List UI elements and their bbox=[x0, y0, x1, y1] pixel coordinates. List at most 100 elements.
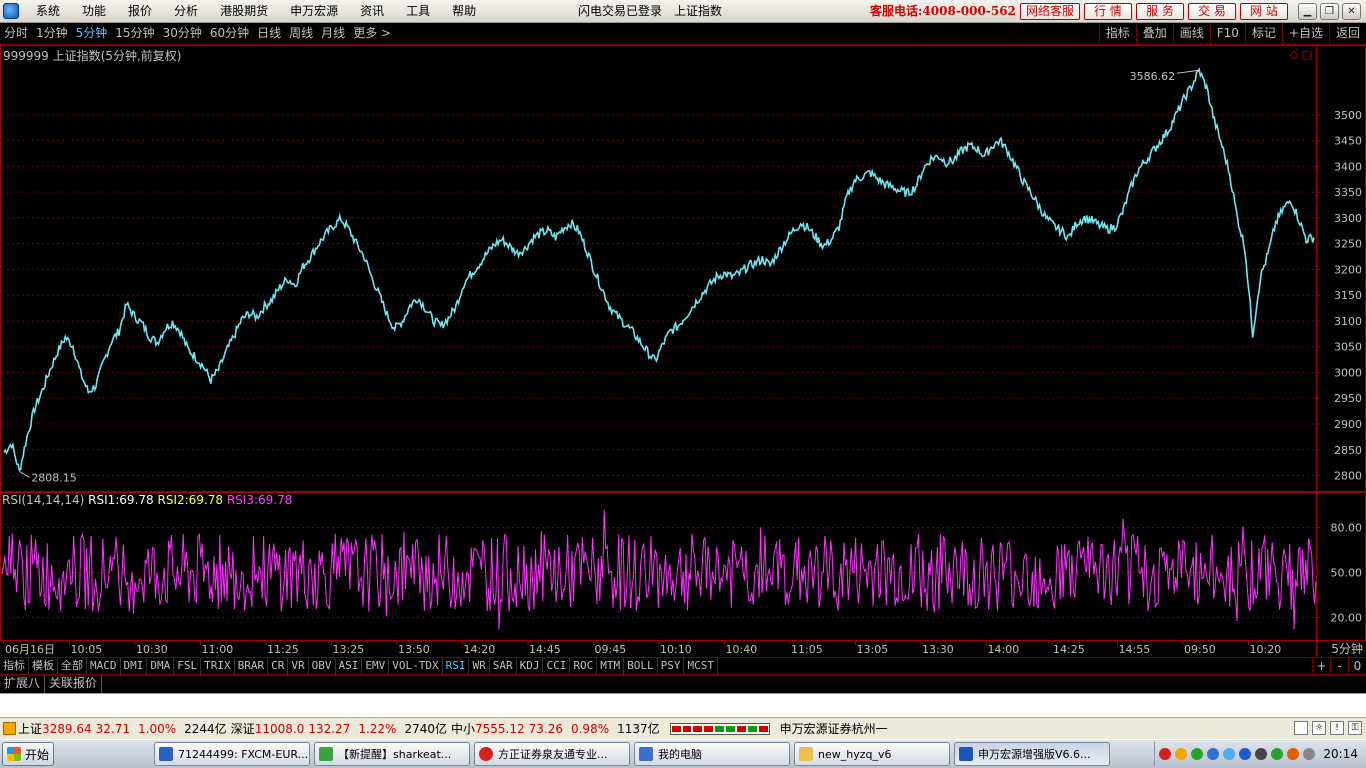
ind-tab-template[interactable]: 模板 bbox=[29, 658, 58, 674]
ext-tab-related-quotes[interactable]: 关联报价 bbox=[45, 675, 103, 693]
ind-tab-mtm[interactable]: MTM bbox=[597, 658, 625, 674]
task-my-computer[interactable]: 我的电脑 bbox=[634, 742, 790, 766]
ind-tab-roc[interactable]: ROC bbox=[570, 658, 598, 674]
ind-tab-vr[interactable]: VR bbox=[288, 658, 309, 674]
trade-button[interactable]: 交 易 bbox=[1188, 3, 1236, 20]
chart-option-icons[interactable]: ◇ ▢ bbox=[1290, 48, 1312, 61]
x-tick-label: 13:30 bbox=[922, 643, 954, 656]
market-button[interactable]: 行 情 bbox=[1084, 3, 1132, 20]
draw-line-button[interactable]: 画线 bbox=[1172, 23, 1210, 45]
period-30min[interactable]: 30分钟 bbox=[159, 23, 206, 44]
extension-bar: 扩展八 关联报价 bbox=[0, 675, 1366, 693]
update-tray-icon[interactable] bbox=[1287, 748, 1300, 760]
period-weekly[interactable]: 周线 bbox=[285, 23, 317, 44]
kline-chart[interactable]: 3500 3450 3400 3350 3300 3250 3200 3150 3100 3050… bbox=[0, 45, 1366, 657]
ind-reset-button[interactable]: 0 bbox=[1348, 658, 1366, 674]
ind-tab-boll[interactable]: BOLL bbox=[624, 658, 658, 674]
sz-change: 132.27 bbox=[308, 721, 351, 736]
ind-tab-fsl[interactable]: FSL bbox=[174, 658, 202, 674]
indicator-button[interactable]: 指标 bbox=[1098, 23, 1136, 45]
ind-tab-wr[interactable]: WR bbox=[469, 658, 490, 674]
task-folder[interactable]: new_hyzq_v6 bbox=[794, 742, 950, 766]
task-swhy-app[interactable]: 申万宏源增强版V6.6... bbox=[954, 742, 1110, 766]
system-tray: 20:14 bbox=[1154, 742, 1366, 766]
bluetooth-icon[interactable] bbox=[1239, 748, 1252, 760]
ind-tab-sar[interactable]: SAR bbox=[490, 658, 517, 674]
menu-system[interactable]: 系统 bbox=[25, 0, 71, 22]
f10-button[interactable]: F10 bbox=[1209, 23, 1245, 45]
ind-tab-brar[interactable]: BRAR bbox=[235, 658, 269, 674]
menu-function[interactable]: 功能 bbox=[71, 0, 117, 22]
overlay-button[interactable]: 叠加 bbox=[1135, 23, 1173, 45]
period-5min[interactable]: 5分钟 bbox=[72, 23, 112, 44]
ind-tab-obv[interactable]: OBV bbox=[309, 658, 336, 674]
period-timeshare[interactable]: 分时 bbox=[0, 23, 32, 44]
menu-analysis[interactable]: 分析 bbox=[163, 0, 209, 22]
ind-tab-indicator[interactable]: 指标 bbox=[0, 658, 29, 674]
browser-tray-icon[interactable] bbox=[1191, 748, 1204, 760]
flag-tray-icon[interactable] bbox=[1159, 748, 1172, 760]
ext-tab-8[interactable]: 扩展八 bbox=[0, 675, 46, 693]
network-tray-icon[interactable] bbox=[1207, 748, 1220, 760]
add-watchlist-button[interactable]: +自选 bbox=[1281, 23, 1329, 45]
antivirus-tray-icon[interactable] bbox=[1271, 748, 1284, 760]
ind-tab-macd[interactable]: MACD bbox=[87, 658, 121, 674]
menu-quotes[interactable]: 报价 bbox=[117, 0, 163, 22]
ind-tab-dmi[interactable]: DMI bbox=[121, 658, 148, 674]
swhy-app-icon bbox=[959, 747, 973, 761]
bulb-icon[interactable]: ☼ bbox=[1312, 721, 1326, 735]
start-button[interactable]: 开始 bbox=[2, 742, 54, 766]
ind-tab-dma[interactable]: DMA bbox=[147, 658, 175, 674]
period-monthly[interactable]: 月线 bbox=[317, 23, 349, 44]
chart-area[interactable]: 3500 3450 3400 3350 3300 3250 3200 3150 3100 3050… bbox=[0, 45, 1366, 657]
ind-tab-cci[interactable]: CCI bbox=[543, 658, 571, 674]
menu-hk-futures[interactable]: 港股期货 bbox=[209, 0, 279, 22]
window-toggle-icon[interactable] bbox=[1294, 721, 1308, 735]
clock[interactable]: 20:14 bbox=[1323, 747, 1358, 761]
status-flag-icon[interactable] bbox=[3, 722, 16, 735]
ind-tab-rsi[interactable]: RSI bbox=[443, 658, 470, 674]
period-more[interactable]: 更多 > bbox=[349, 23, 395, 44]
close-icon[interactable]: ✕ bbox=[1342, 3, 1361, 20]
lock-icon[interactable]: ⚿ bbox=[1348, 721, 1362, 735]
ind-tab-asi[interactable]: ASI bbox=[336, 658, 363, 674]
back-button[interactable]: 返回 bbox=[1328, 23, 1366, 45]
minimize-icon[interactable]: ▁ bbox=[1298, 3, 1317, 20]
alert-icon[interactable]: ! bbox=[1330, 721, 1344, 735]
menu-tools[interactable]: 工具 bbox=[395, 0, 441, 22]
x-tick-label: 10:20 bbox=[1250, 643, 1282, 656]
restore-icon[interactable]: ❐ bbox=[1320, 3, 1339, 20]
warning-tray-icon[interactable] bbox=[1175, 748, 1188, 760]
website-button[interactable]: 网 站 bbox=[1240, 3, 1288, 20]
period-1min[interactable]: 1分钟 bbox=[32, 23, 72, 44]
ind-tab-emv[interactable]: EMV bbox=[362, 658, 390, 674]
ind-tab-kdj[interactable]: KDJ bbox=[517, 658, 544, 674]
menu-swhy[interactable]: 申万宏源 bbox=[279, 0, 349, 22]
menu-help[interactable]: 帮助 bbox=[441, 0, 487, 22]
task-browser-forum[interactable]: 【新提醒】sharkeat... bbox=[314, 742, 470, 766]
fxcm-app-icon bbox=[159, 747, 173, 761]
ind-tab-cr[interactable]: CR bbox=[268, 658, 289, 674]
ind-remove-button[interactable]: - bbox=[1330, 658, 1348, 674]
menu-news[interactable]: 资讯 bbox=[349, 0, 395, 22]
period-15min[interactable]: 15分钟 bbox=[111, 23, 158, 44]
mark-button[interactable]: 标记 bbox=[1244, 23, 1282, 45]
ind-tab-psy[interactable]: PSY bbox=[658, 658, 685, 674]
volume-icon[interactable] bbox=[1303, 748, 1316, 760]
advance-decline-bar bbox=[669, 722, 770, 735]
task-label: 方正证券泉友通专业... bbox=[498, 748, 608, 761]
service-button[interactable]: 服 务 bbox=[1136, 3, 1184, 20]
rsi2-value: 69.78 bbox=[188, 493, 224, 507]
task-founder-securities[interactable]: 方正证券泉友通专业... bbox=[474, 742, 630, 766]
chat-tray-icon[interactable] bbox=[1223, 748, 1236, 760]
ind-tab-all[interactable]: 全部 bbox=[58, 658, 87, 674]
ind-tab-trix[interactable]: TRIX bbox=[201, 658, 235, 674]
task-fxcm[interactable]: 71244499: FXCM-EUR... bbox=[154, 742, 310, 766]
ind-add-button[interactable]: + bbox=[1312, 658, 1330, 674]
period-daily[interactable]: 日线 bbox=[253, 23, 285, 44]
period-60min[interactable]: 60分钟 bbox=[206, 23, 253, 44]
ind-tab-vol-tdx[interactable]: VOL-TDX bbox=[389, 658, 443, 674]
ind-tab-mcst[interactable]: MCST bbox=[684, 658, 718, 674]
online-service-button[interactable]: 网络客服 bbox=[1020, 3, 1080, 20]
settings-tray-icon[interactable] bbox=[1255, 748, 1268, 760]
